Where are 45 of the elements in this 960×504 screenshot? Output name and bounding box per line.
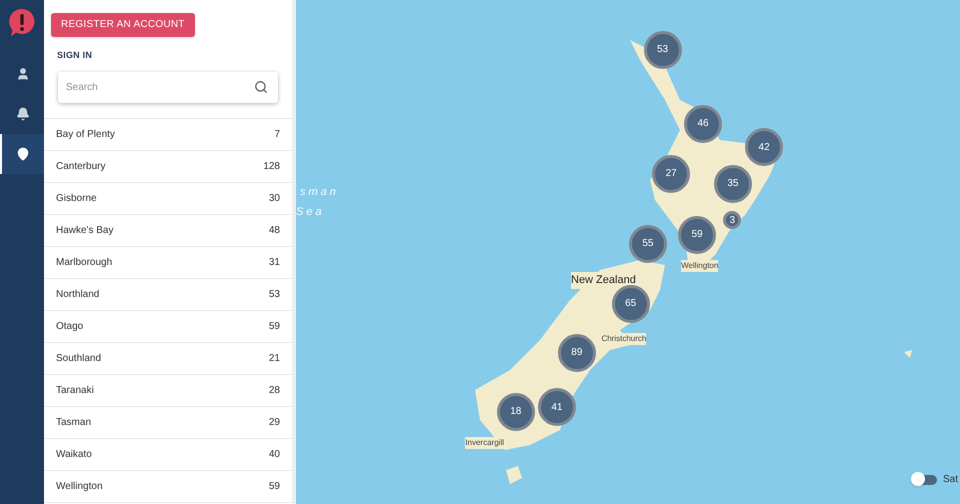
sea-label: Sea: [296, 205, 325, 220]
region-count: 7: [274, 128, 280, 142]
region-name: Otago: [56, 320, 84, 334]
region-name: Tasman: [56, 416, 92, 430]
map[interactable]: sman Sea New Zealand Wellington Christchurch Invercargill 53 46 42 27 35 3 59 55 65 89 18 41 Sat: [296, 0, 960, 504]
user-icon: [16, 67, 30, 81]
search-field[interactable]: Search: [58, 72, 278, 103]
city-label: Invercargill: [465, 437, 504, 450]
region-name: Gisborne: [56, 192, 97, 206]
sign-in-link[interactable]: SIGN IN: [44, 48, 292, 62]
region-count: 48: [268, 224, 280, 238]
region-count: 59: [268, 480, 280, 494]
country-label: New Zealand: [571, 272, 636, 288]
satellite-label: Sat: [943, 473, 958, 487]
region-count: 53: [268, 288, 280, 302]
region-name: Southland: [56, 352, 102, 366]
region-name: Waikato: [56, 448, 92, 462]
satellite-toggle[interactable]: [913, 474, 937, 484]
region-count: 30: [268, 192, 280, 206]
city-label: Christchurch: [601, 332, 646, 345]
map-pin-icon: [16, 147, 30, 161]
cluster-marker[interactable]: 55: [628, 224, 667, 263]
region-name: Taranaki: [56, 384, 94, 398]
bell-icon: [16, 107, 30, 121]
cluster-marker[interactable]: 53: [644, 30, 682, 69]
region-count: 29: [268, 416, 280, 430]
region-name: Wellington: [56, 480, 103, 494]
alert-logo-icon: [8, 8, 36, 38]
region-count: 128: [263, 160, 280, 174]
search-icon[interactable]: [254, 80, 268, 94]
cluster-marker[interactable]: 42: [745, 128, 784, 166]
region-count: 59: [268, 320, 280, 334]
region-name: Marlborough: [56, 256, 112, 270]
region-count: 28: [268, 384, 280, 398]
region-name: Canterbury: [56, 160, 106, 174]
region-count: 40: [268, 448, 280, 462]
region-count: 31: [268, 256, 280, 270]
city-label: Wellington: [681, 260, 718, 272]
region-name: Bay of Plenty: [56, 128, 115, 142]
region-name: Northland: [56, 288, 100, 302]
register-button[interactable]: REGISTER AN ACCOUNT: [51, 12, 195, 36]
nav-tab[interactable]: [0, 134, 44, 174]
sea-label: sman: [300, 185, 339, 200]
region-count: 21: [268, 352, 280, 366]
region-name: Hawke's Bay: [56, 224, 114, 238]
